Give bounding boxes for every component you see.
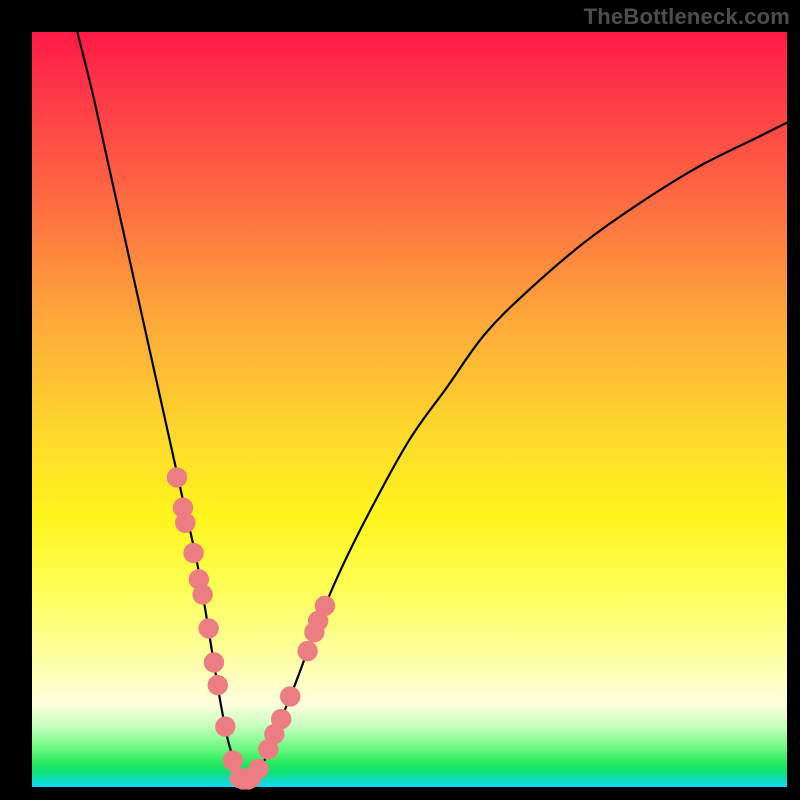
data-point — [297, 641, 317, 661]
data-point — [223, 750, 243, 770]
outer-frame: TheBottleneck.com — [0, 0, 800, 800]
data-point — [208, 675, 228, 695]
data-point — [315, 596, 335, 616]
data-point — [215, 716, 235, 736]
chart-overlay — [32, 32, 787, 787]
data-point — [204, 652, 224, 672]
watermark-text: TheBottleneck.com — [584, 4, 790, 30]
data-point — [271, 709, 291, 729]
data-point — [183, 543, 203, 563]
data-point — [198, 618, 218, 638]
data-point — [192, 584, 212, 604]
data-point — [167, 467, 187, 487]
data-point — [175, 513, 195, 533]
data-markers — [167, 467, 335, 789]
data-point — [280, 686, 300, 706]
data-point — [241, 768, 261, 788]
bottleneck-curve — [77, 32, 787, 781]
